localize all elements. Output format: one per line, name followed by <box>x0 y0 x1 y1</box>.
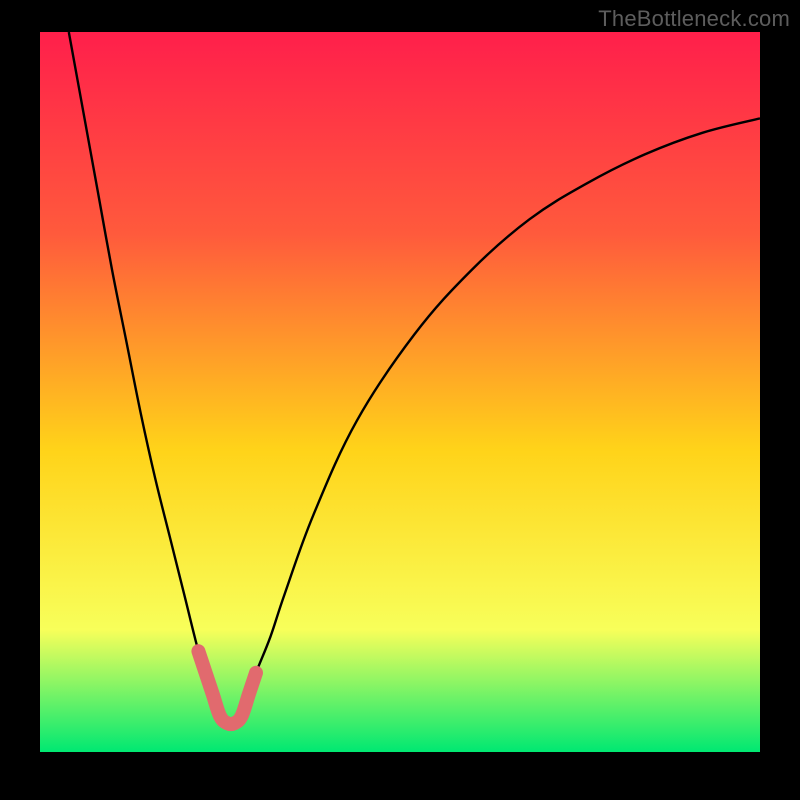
plot-area <box>40 32 760 752</box>
plot-svg <box>40 32 760 752</box>
chart-frame: TheBottleneck.com <box>0 0 800 800</box>
watermark: TheBottleneck.com <box>598 6 790 32</box>
plot-background <box>40 32 760 752</box>
